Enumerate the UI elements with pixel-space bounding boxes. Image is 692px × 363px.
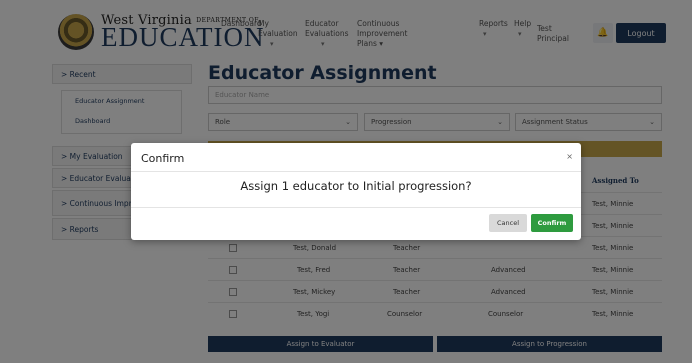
confirm-dialog: Confirm × Assign 1 educator to Initial p… xyxy=(131,143,581,240)
dialog-divider xyxy=(131,207,581,208)
dialog-divider xyxy=(131,171,581,172)
close-icon[interactable]: × xyxy=(566,152,573,161)
confirm-button[interactable]: Confirm xyxy=(531,214,573,232)
cancel-button[interactable]: Cancel xyxy=(489,214,527,232)
dialog-message: Assign 1 educator to Initial progression… xyxy=(240,179,472,193)
dialog-title: Confirm xyxy=(141,152,185,165)
